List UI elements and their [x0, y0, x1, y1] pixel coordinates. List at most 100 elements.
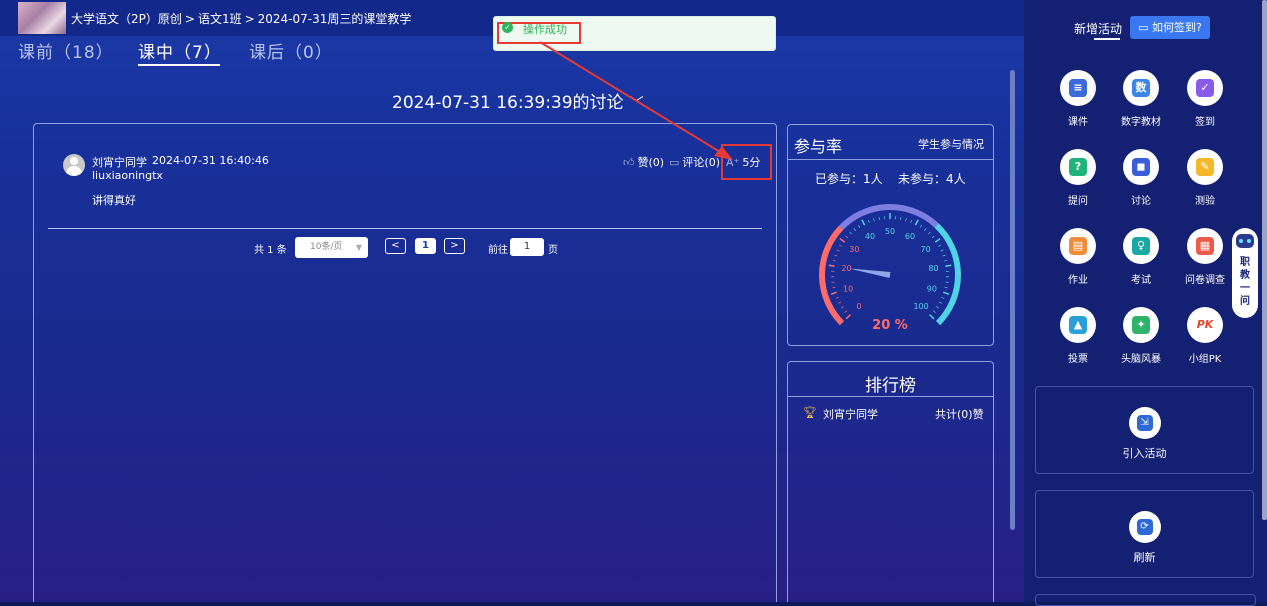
gauge-arc	[937, 225, 958, 323]
gauge-tick-label: 10	[843, 285, 853, 294]
joined-count: 已参与：1人	[815, 170, 883, 187]
activity-exam[interactable]: ♀考试	[1111, 228, 1171, 286]
activity-label: 头脑风暴	[1111, 350, 1171, 365]
gauge-tick	[829, 265, 835, 266]
gauge-tick	[924, 228, 926, 230]
activity-label: 测验	[1175, 192, 1235, 207]
digital-textbook-icon: 数	[1123, 70, 1159, 106]
gauge-tick	[838, 302, 841, 303]
video-icon: ▭	[1138, 21, 1152, 34]
gauge-tick	[840, 239, 845, 243]
survey-icon: ▦	[1187, 228, 1223, 264]
prev-page-button[interactable]: <	[385, 238, 406, 254]
comment-label: 评论(0)	[682, 156, 720, 169]
homework-icon: ▤	[1060, 228, 1096, 264]
participation-detail-link[interactable]: 学生参与情况	[918, 136, 984, 152]
goto-page-input[interactable]: 1	[510, 238, 544, 256]
ranking-item-likes: 共计(0)赞	[935, 406, 984, 422]
gauge-value: 20 %	[872, 318, 908, 333]
chevron-down-icon: ▼	[356, 237, 362, 258]
activity-quiz[interactable]: ✎测验	[1175, 149, 1235, 207]
gauge-tick-label: 80	[928, 264, 938, 273]
next-page-button[interactable]: >	[444, 238, 465, 254]
page-label: 页	[548, 241, 558, 256]
how-to-signin-label: 如何签到?	[1152, 21, 1202, 34]
vote-icon: ▲	[1060, 307, 1096, 343]
discussion-panel	[33, 123, 777, 602]
activity-discussion[interactable]: ◼讨论	[1111, 149, 1171, 207]
activity-vote[interactable]: ▲ 投票	[1048, 307, 1108, 365]
current-page[interactable]: 1	[415, 238, 436, 254]
page-size-select[interactable]: 10条/页▼	[295, 237, 368, 258]
activity-homework[interactable]: ▤作业	[1048, 228, 1108, 286]
tab-in-class[interactable]: 课中（7）	[138, 38, 222, 63]
post-username: liuxiaoningtx	[92, 169, 163, 182]
ranking-item-name: 刘宵宁同学	[823, 406, 878, 422]
gauge-tick	[941, 250, 944, 251]
gauge-tick	[879, 217, 880, 220]
how-to-signin-button[interactable]: ▭ 如何签到?	[1130, 16, 1210, 39]
comment-button[interactable]: ▭评论(0)	[669, 154, 720, 170]
sidebar-scrollbar[interactable]	[1262, 0, 1267, 520]
success-toast: ✓ 操作成功	[493, 16, 776, 51]
import-icon: ⇲	[1129, 407, 1161, 439]
ranking-title: 排行榜	[787, 371, 994, 396]
gauge-tick	[858, 225, 860, 228]
gauge-tick	[850, 232, 852, 234]
participation-title: 参与率	[794, 133, 842, 157]
activity-courseware[interactable]: ≡课件	[1048, 70, 1108, 128]
gauge-tick	[874, 218, 875, 221]
activity-survey[interactable]: ▦问卷调查	[1175, 228, 1235, 286]
assistant-widget[interactable]: 职教一问	[1232, 228, 1258, 318]
avatar	[63, 154, 85, 176]
gauge-tick	[943, 255, 946, 256]
activity-digital-textbook[interactable]: 数数字教材	[1111, 70, 1171, 128]
gauge-tick	[832, 287, 835, 288]
like-button[interactable]: 👍︎赞(0)	[623, 154, 664, 170]
gauge-tick	[945, 287, 948, 288]
like-label: 赞(0)	[638, 156, 665, 169]
gauge-tick	[938, 245, 941, 247]
import-label: 引入活动	[1036, 445, 1253, 461]
breadcrumb-course[interactable]: 大学语文（2P）原创	[71, 10, 182, 27]
tab-after-class[interactable]: 课后（0）	[249, 38, 333, 63]
gauge-tick	[936, 306, 938, 308]
activity-label: 数字教材	[1111, 113, 1171, 128]
import-activity-button[interactable]: ⇲ 引入活动	[1035, 386, 1254, 474]
post-time: 2024-07-31 16:40:46	[152, 154, 269, 167]
gauge-tick	[868, 220, 869, 223]
gauge-tick	[831, 292, 837, 294]
trophy-icon: 🏆︎	[803, 406, 817, 419]
gauge-needle	[849, 268, 891, 278]
goto-label: 前往	[488, 241, 508, 256]
post-author: 刘宵宁同学	[92, 154, 147, 170]
activity-brainstorm[interactable]: ✦ 头脑风暴	[1111, 307, 1171, 365]
gauge-tick	[841, 306, 843, 308]
activity-group-pk[interactable]: PK小组PK	[1175, 307, 1235, 365]
breadcrumb-session: 2024-07-31周三的课堂教学	[258, 10, 412, 27]
sidebar-heading: 新增活动	[1074, 20, 1122, 37]
participation-gauge: 010203040506070809010020 %	[810, 200, 970, 340]
gauge-tick	[911, 220, 912, 223]
refresh-label: 刷新	[1036, 549, 1253, 565]
gauge-tick	[833, 260, 836, 261]
refresh-button[interactable]: ⟳ 刷新	[1035, 490, 1254, 578]
gauge-tick	[846, 315, 850, 319]
discussion-title-dropdown[interactable]: 2024-07-31 16:39:39的讨论﹀	[392, 88, 644, 113]
activity-question[interactable]: ?提问	[1048, 149, 1108, 207]
activity-label: 投票	[1048, 350, 1108, 365]
gauge-tick	[845, 311, 847, 313]
activity-signin[interactable]: ✓签到	[1175, 70, 1235, 128]
brainstorm-icon: ✦	[1123, 307, 1159, 343]
gauge-tick	[933, 311, 935, 313]
sidebar-more-button[interactable]	[1035, 594, 1256, 606]
robot-icon	[1236, 234, 1254, 248]
activity-label: 讨论	[1111, 192, 1171, 207]
pagination-total: 共 1 条	[254, 241, 287, 256]
gauge-tick	[862, 220, 865, 225]
post-content: 讲得真好	[92, 192, 136, 208]
scrollbar[interactable]	[1010, 70, 1015, 530]
tab-before-class[interactable]: 课前（18）	[18, 38, 114, 63]
gauge-tick-label: 90	[927, 285, 937, 294]
breadcrumb-class[interactable]: 语文1班	[198, 10, 242, 27]
